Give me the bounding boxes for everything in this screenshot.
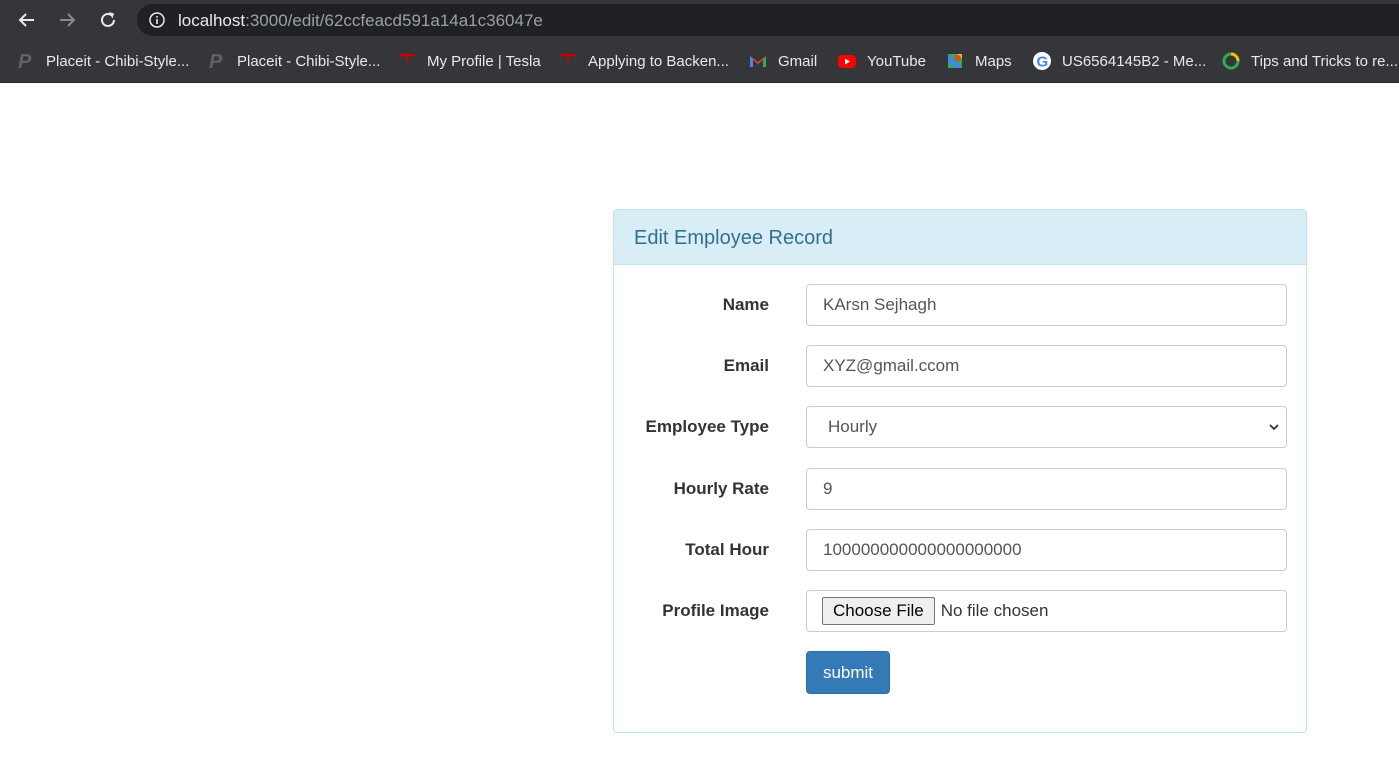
email-row: Email bbox=[614, 345, 1306, 387]
panel-title: Edit Employee Record bbox=[634, 227, 833, 249]
chevron-down-icon bbox=[1269, 424, 1279, 431]
url-text: localhost:3000/edit/62ccfeacd591a14a1c36… bbox=[178, 11, 543, 31]
url-path: :3000/edit/62ccfeacd591a14a1c36047e bbox=[245, 11, 543, 30]
tesla-icon bbox=[397, 51, 417, 71]
maps-icon bbox=[945, 51, 965, 71]
employee-type-row: Employee Type Hourly bbox=[614, 406, 1306, 448]
address-bar[interactable]: localhost:3000/edit/62ccfeacd591a14a1c36… bbox=[137, 4, 1399, 36]
reload-button[interactable] bbox=[94, 6, 122, 34]
bookmark-youtube[interactable]: YouTube bbox=[837, 50, 926, 72]
bookmark-label: Applying to Backen... bbox=[588, 52, 729, 70]
bookmark-tesla-backend[interactable]: Applying to Backen... bbox=[558, 50, 729, 72]
hourly-rate-row: Hourly Rate bbox=[614, 468, 1306, 510]
bookmark-gmail[interactable]: Gmail bbox=[748, 50, 817, 72]
url-host: localhost bbox=[178, 11, 246, 30]
browser-toolbar: localhost:3000/edit/62ccfeacd591a14a1c36… bbox=[0, 0, 1399, 40]
employee-type-label: Employee Type bbox=[645, 417, 769, 436]
name-input[interactable] bbox=[806, 284, 1287, 326]
gmail-icon bbox=[748, 51, 768, 71]
youtube-icon bbox=[837, 51, 857, 71]
placeit-icon: P bbox=[16, 51, 36, 71]
bookmark-label: Gmail bbox=[778, 52, 818, 70]
bookmark-placeit-2[interactable]: P Placeit - Chibi-Style... bbox=[207, 50, 380, 72]
employee-type-value: Hourly bbox=[828, 417, 878, 436]
bookmark-label: Tips and Tricks to re... bbox=[1251, 52, 1398, 70]
profile-image-label: Profile Image bbox=[662, 601, 769, 620]
email-input[interactable] bbox=[806, 345, 1287, 387]
svg-text:P: P bbox=[18, 51, 32, 71]
bookmark-placeit-1[interactable]: P Placeit - Chibi-Style... bbox=[16, 50, 189, 72]
back-button[interactable] bbox=[13, 6, 41, 34]
email-label: Email bbox=[723, 356, 769, 375]
bookmark-patent[interactable]: G US6564145B2 - Me... bbox=[1032, 50, 1206, 72]
hourly-rate-label: Hourly Rate bbox=[673, 479, 769, 498]
profile-image-input: Choose File No file chosen bbox=[806, 590, 1287, 632]
info-icon[interactable] bbox=[149, 12, 165, 28]
reload-icon bbox=[101, 12, 115, 27]
bookmark-label: YouTube bbox=[867, 52, 926, 70]
forward-button[interactable] bbox=[53, 6, 81, 34]
total-hour-label: Total Hour bbox=[685, 540, 769, 559]
hourly-rate-input[interactable] bbox=[806, 468, 1287, 510]
name-row: Name bbox=[614, 284, 1306, 326]
no-file-text: No file chosen bbox=[940, 601, 1049, 620]
forward-arrow-icon bbox=[60, 13, 76, 27]
choose-file-button[interactable]: Choose File bbox=[822, 597, 935, 625]
bookmark-label: Placeit - Chibi-Style... bbox=[237, 52, 381, 70]
total-hour-row: Total Hour bbox=[614, 529, 1306, 571]
ring-icon bbox=[1221, 51, 1241, 71]
svg-text:P: P bbox=[209, 51, 223, 71]
bookmark-tesla-profile[interactable]: My Profile | Tesla bbox=[397, 50, 541, 72]
bookmark-label: Maps bbox=[975, 52, 1012, 70]
svg-text:G: G bbox=[1037, 54, 1049, 71]
panel-heading: Edit Employee Record bbox=[614, 210, 1306, 265]
employee-type-select[interactable]: Hourly bbox=[806, 406, 1287, 448]
placeit-icon: P bbox=[207, 51, 227, 71]
bookmark-label: Placeit - Chibi-Style... bbox=[46, 52, 190, 70]
submit-button[interactable]: submit bbox=[806, 651, 890, 694]
profile-image-row: Profile Image Choose File No file chosen bbox=[614, 590, 1306, 632]
bookmarks-bar: P Placeit - Chibi-Style... P Placeit - C… bbox=[0, 40, 1399, 83]
edit-employee-panel: Edit Employee Record Name Email Employee… bbox=[613, 209, 1307, 733]
bookmark-tips[interactable]: Tips and Tricks to re... bbox=[1221, 50, 1398, 72]
bookmark-maps[interactable]: Maps bbox=[945, 50, 1012, 72]
back-arrow-icon bbox=[18, 13, 34, 27]
google-icon: G bbox=[1032, 51, 1052, 71]
name-label: Name bbox=[722, 295, 769, 314]
bookmark-label: My Profile | Tesla bbox=[427, 52, 541, 70]
bookmark-label: US6564145B2 - Me... bbox=[1062, 52, 1207, 70]
total-hour-input[interactable] bbox=[806, 529, 1287, 571]
tesla-icon bbox=[558, 51, 578, 71]
